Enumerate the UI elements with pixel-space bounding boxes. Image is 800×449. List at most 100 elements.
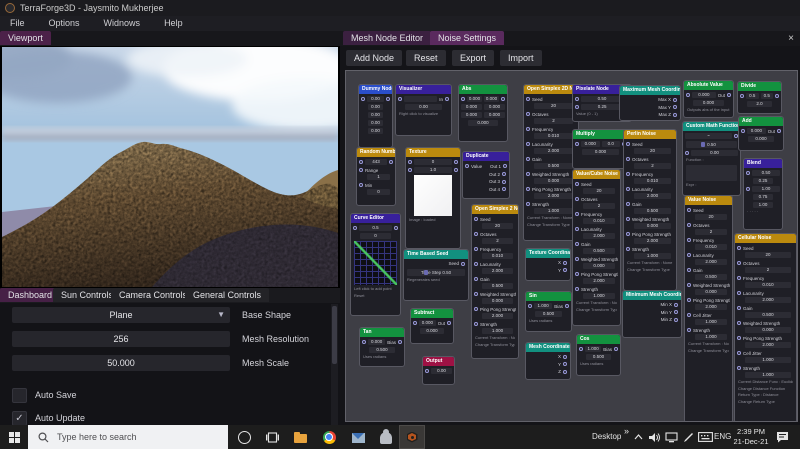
socket-icon[interactable] — [526, 157, 530, 161]
socket-icon[interactable] — [362, 340, 366, 344]
value-box[interactable]: 0 — [367, 189, 390, 195]
value-box[interactable]: 0.000 — [583, 263, 615, 269]
clock[interactable]: 2:39 PM 21-Dec-21 — [731, 427, 771, 447]
socket-icon[interactable] — [474, 247, 478, 251]
node-blend[interactable]: Blend 0.50 0.25 1.00 0.75 1.00 · · · · · — [743, 158, 783, 230]
socket-icon[interactable] — [503, 164, 507, 168]
value-box[interactable]: 0.50 — [752, 170, 780, 176]
node-minimum-mesh-coordinates[interactable]: Minimum Mesh Coordinates Min X Min Y Min Z — [622, 290, 682, 338]
node-tan[interactable]: Tan 0.000 Bias 0.500 Uses radians — [359, 327, 405, 367]
mesh-scale-input[interactable]: 50.000 — [12, 355, 230, 371]
value-box[interactable]: 0.00 — [405, 104, 442, 110]
socket-icon[interactable] — [563, 369, 567, 374]
socket-icon[interactable] — [461, 97, 465, 101]
socket-icon[interactable] — [563, 354, 567, 359]
socket-icon[interactable] — [575, 287, 579, 291]
node-absolute-value[interactable]: Absolute Value 0.000 Out 0.000 Outputs abs o… — [683, 80, 734, 118]
node-value-cubic-noise[interactable]: Value/Cube Noise Seed 20 Octaves 2 Frequency 0… — [572, 169, 621, 326]
value-box[interactable]: 0.000 — [693, 100, 724, 106]
socket-icon[interactable] — [687, 268, 691, 272]
slider[interactable]: 0.50 — [686, 141, 737, 148]
value-box[interactable]: 0.000 — [482, 298, 513, 304]
value-box[interactable]: 0.010 — [745, 282, 791, 288]
value-box[interactable]: 0.00 — [368, 128, 383, 134]
socket-icon[interactable] — [737, 336, 741, 340]
value-box[interactable]: 0.000 — [582, 149, 619, 155]
socket-icon[interactable] — [461, 261, 465, 266]
value-box[interactable]: 0.25 — [753, 178, 773, 184]
value-box[interactable]: 1.000 — [583, 293, 615, 299]
value-box[interactable]: 443 — [365, 159, 387, 165]
value-box[interactable]: 0.500 — [583, 248, 615, 254]
socket-icon[interactable] — [575, 227, 579, 231]
slider-handle[interactable] — [701, 142, 706, 147]
value-box[interactable]: 20 — [583, 188, 615, 194]
socket-icon[interactable] — [526, 202, 530, 206]
node-cos[interactable]: Cos 1.000 Bias 0.500 Uses radians — [576, 334, 621, 376]
value-box[interactable]: 2.000 — [583, 278, 615, 284]
socket-icon[interactable] — [673, 112, 677, 117]
value-box[interactable]: 2.000 — [482, 313, 513, 319]
node-canvas[interactable]: Dummy Node 0.00 0.00 0.00 0.00 0.00 Visualizer… — [345, 70, 798, 422]
socket-icon[interactable] — [687, 313, 691, 317]
socket-icon[interactable] — [563, 268, 567, 272]
socket-icon[interactable] — [687, 208, 691, 212]
socket-icon[interactable] — [502, 172, 506, 176]
socket-icon[interactable] — [579, 347, 583, 351]
export-button[interactable]: Export — [452, 50, 495, 66]
socket-icon[interactable] — [398, 340, 402, 344]
chevron-down-icon[interactable]: ▼ — [217, 310, 225, 320]
node-random-number[interactable]: Random Number 443 Range1 Min0 — [356, 147, 396, 206]
value-box[interactable]: 2.000 — [745, 297, 791, 303]
value-box[interactable]: 0.50 — [581, 96, 623, 102]
node-curve-editor[interactable]: Curve Editor 0.5 0 Left click to add point R… — [350, 213, 401, 316]
value-box[interactable]: 2 — [534, 118, 573, 124]
value-box[interactable]: 0.500 — [695, 274, 727, 280]
socket-icon[interactable] — [474, 307, 478, 311]
value-box[interactable]: 1.00 — [752, 186, 780, 192]
node-add[interactable]: Add 0.000 Out 0.000 — [738, 116, 784, 151]
value-box[interactable]: 1.000 — [585, 346, 602, 352]
value-box[interactable]: 2.000 — [745, 342, 791, 348]
socket-icon[interactable] — [394, 226, 398, 230]
scrollbar-thumb[interactable] — [332, 306, 337, 364]
curve-graph[interactable] — [354, 241, 397, 285]
value-box[interactable]: 2 — [482, 238, 513, 244]
reset-button[interactable]: Reset — [406, 50, 446, 66]
socket-icon[interactable] — [614, 347, 618, 351]
value-box[interactable]: 0 — [414, 159, 452, 165]
value-box[interactable]: 0.000 — [419, 320, 436, 326]
socket-icon[interactable] — [526, 112, 530, 116]
node-dummy-node[interactable]: Dummy Node 0.00 0.00 0.00 0.00 0.00 — [358, 84, 393, 148]
value-box[interactable]: 1.000 — [534, 303, 553, 309]
node-mesh-coordinates[interactable]: Mesh Coordinates X Y Z — [525, 342, 571, 380]
expression-area[interactable] — [686, 164, 737, 181]
value-box[interactable]: 2.000 — [482, 268, 513, 274]
socket-icon[interactable] — [408, 168, 412, 172]
node-visualizer[interactable]: Visualizer In 0.00 Right click to visualize — [395, 84, 452, 136]
value-box[interactable]: 0.0 — [601, 141, 620, 147]
node-texture-coordinates[interactable]: Texture Coordinates XY — [525, 248, 571, 281]
node-time-based-seed[interactable]: Time Based Seed Seed Time Step 0.50 Regener… — [403, 249, 469, 301]
socket-icon[interactable] — [626, 172, 630, 176]
socket-icon[interactable] — [740, 94, 744, 98]
node-output[interactable]: Output 0.00 — [422, 356, 455, 385]
socket-icon[interactable] — [674, 317, 678, 322]
socket-icon[interactable] — [474, 232, 478, 236]
value-box[interactable]: 2.000 — [583, 233, 615, 239]
socket-icon[interactable] — [746, 171, 750, 175]
socket-icon[interactable] — [359, 168, 363, 172]
value-box[interactable]: 0.000 — [534, 178, 573, 184]
value-box[interactable]: 0.25 — [581, 104, 624, 110]
file-explorer-icon[interactable] — [287, 425, 313, 449]
socket-icon[interactable] — [502, 187, 506, 191]
value-box[interactable]: 0.00 — [368, 120, 383, 126]
value-box[interactable]: 2.0 — [747, 101, 772, 107]
value-box[interactable]: 2.000 — [634, 238, 671, 244]
value-box[interactable]: 2 — [695, 229, 727, 235]
value-box[interactable]: 0.00 — [691, 150, 738, 156]
value-box[interactable]: 0.500 — [369, 347, 395, 353]
value-box[interactable]: 0.00 — [368, 112, 383, 118]
socket-icon[interactable] — [474, 262, 478, 266]
socket-icon[interactable] — [746, 187, 750, 191]
